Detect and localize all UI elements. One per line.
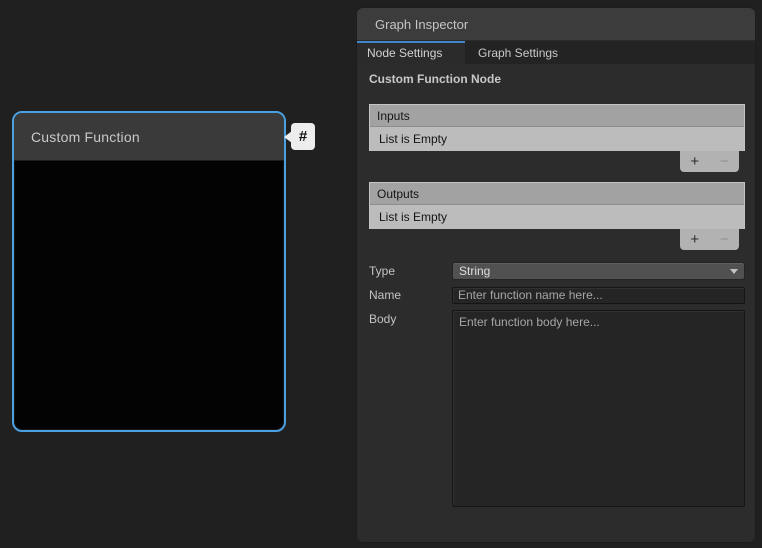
inputs-list-footer: + − — [369, 151, 745, 172]
outputs-remove-button[interactable]: − — [713, 231, 735, 249]
inspector-content: Custom Function Node Inputs List is Empt… — [357, 72, 755, 512]
function-body-textarea[interactable] — [452, 310, 745, 507]
outputs-footer-buttons: + − — [680, 229, 739, 250]
graph-inspector-panel: Graph Inspector Node Settings Graph Sett… — [357, 8, 755, 542]
inputs-list-header: Inputs — [370, 105, 744, 127]
inputs-add-button[interactable]: + — [684, 153, 706, 171]
tab-graph-settings-label: Graph Settings — [478, 46, 558, 60]
outputs-add-button[interactable]: + — [684, 231, 706, 249]
function-fields: Type String Name Body — [369, 262, 745, 512]
inputs-empty-row: List is Empty — [370, 127, 744, 151]
node-code-badge[interactable]: # — [291, 123, 315, 150]
inputs-footer-buttons: + − — [680, 151, 739, 172]
outputs-empty-row: List is Empty — [370, 205, 744, 229]
type-row: Type String — [369, 262, 745, 280]
inputs-list: Inputs List is Empty + − — [369, 104, 745, 172]
outputs-list-header: Outputs — [370, 183, 744, 205]
outputs-list: Outputs List is Empty + − — [369, 182, 745, 250]
outputs-list-box: Outputs List is Empty — [369, 182, 745, 229]
hash-icon: # — [299, 128, 307, 145]
type-dropdown[interactable]: String — [452, 262, 745, 280]
inputs-empty-label: List is Empty — [379, 132, 447, 146]
section-title: Custom Function Node — [369, 72, 745, 86]
bubble-tail-icon — [284, 131, 292, 143]
tab-node-settings-label: Node Settings — [367, 46, 442, 60]
custom-function-node[interactable]: Custom Function — [12, 111, 286, 432]
body-row: Body — [369, 310, 745, 512]
chevron-down-icon — [730, 269, 738, 274]
outputs-header-label: Outputs — [377, 187, 419, 201]
inputs-header-label: Inputs — [377, 109, 410, 123]
panel-title: Graph Inspector — [375, 17, 468, 32]
name-label: Name — [369, 286, 452, 304]
name-row: Name — [369, 286, 745, 304]
tab-graph-settings[interactable]: Graph Settings — [465, 41, 588, 64]
body-label: Body — [369, 310, 452, 512]
type-label: Type — [369, 262, 452, 280]
panel-title-bar[interactable]: Graph Inspector — [357, 8, 755, 41]
outputs-list-footer: + − — [369, 229, 745, 250]
inspector-tabbar: Node Settings Graph Settings — [357, 41, 755, 64]
node-title-bar[interactable]: Custom Function — [14, 113, 284, 161]
function-name-input[interactable] — [452, 287, 745, 304]
node-body — [14, 161, 284, 478]
tab-node-settings[interactable]: Node Settings — [357, 41, 465, 64]
node-title: Custom Function — [31, 129, 140, 145]
type-dropdown-value: String — [459, 264, 490, 278]
inputs-list-box: Inputs List is Empty — [369, 104, 745, 151]
inputs-remove-button[interactable]: − — [713, 153, 735, 171]
outputs-empty-label: List is Empty — [379, 210, 447, 224]
